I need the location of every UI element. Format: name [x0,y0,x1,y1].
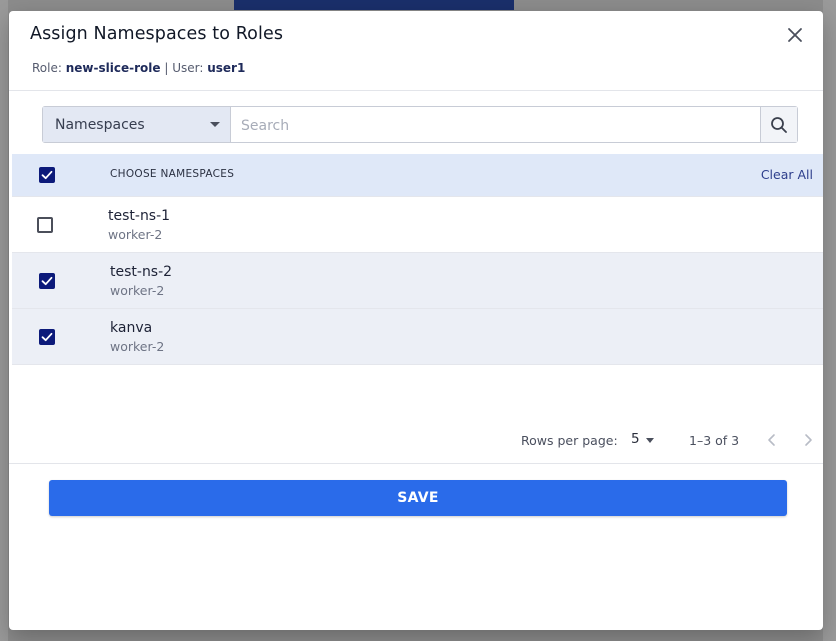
rows-per-page-select[interactable]: 5 [631,431,640,447]
filter-select-value: Namespaces [55,116,145,133]
close-icon [788,28,802,42]
filter-select[interactable]: Namespaces [43,107,231,142]
table-header: CHOOSE NAMESPACES Clear All [12,154,823,196]
rows-per-page-label: Rows per page: [521,433,618,448]
row-checkbox[interactable] [37,217,53,233]
checkmark-icon [41,332,53,342]
checkmark-icon [41,170,53,180]
background-header-bar [234,0,514,10]
table-row[interactable]: test-ns-2 worker-2 [12,252,823,308]
search-input[interactable] [239,107,763,144]
namespace-name: test-ns-2 [110,264,173,280]
user-label: User: [172,61,204,75]
search-bar: Namespaces [42,106,798,144]
search-button[interactable] [760,107,797,142]
namespace-name: kanva [110,320,153,336]
table-bottom-border [12,364,823,365]
role-user-info: Role: new-slice-role | User: user1 [32,61,245,75]
table-row[interactable]: kanva worker-2 [12,308,823,364]
select-all-checkbox[interactable] [39,167,55,183]
user-value: user1 [207,61,246,75]
assign-namespaces-dialog: Assign Namespaces to Roles Role: new-sli… [9,11,823,630]
column-header-namespaces: CHOOSE NAMESPACES [110,168,235,180]
namespace-worker: worker-2 [110,283,165,298]
namespace-worker: worker-2 [110,339,165,354]
caret-down-icon [210,122,220,127]
footer-divider [9,463,823,464]
pagination: Rows per page: 5 1–3 of 3 [9,431,823,451]
background-left-edge [0,0,8,641]
dialog-title: Assign Namespaces to Roles [30,24,284,44]
namespace-name: test-ns-1 [108,208,171,224]
header-divider [9,90,823,91]
role-label: Role: [32,61,62,75]
namespace-worker: worker-2 [108,227,163,242]
caret-down-icon [646,438,654,443]
pagination-range: 1–3 of 3 [689,433,740,448]
row-checkbox[interactable] [39,273,55,289]
checkmark-icon [41,276,53,286]
chevron-right-icon [805,434,812,446]
clear-all-button[interactable]: Clear All [761,167,813,182]
next-page-button[interactable] [799,431,817,449]
row-checkbox[interactable] [39,329,55,345]
table-row[interactable]: test-ns-1 worker-2 [12,196,823,252]
namespaces-table: CHOOSE NAMESPACES Clear All test-ns-1 wo… [12,154,823,365]
role-value: new-slice-role [65,61,161,75]
search-icon [771,116,787,133]
background-right-edge [823,0,836,641]
save-button[interactable]: SAVE [49,480,787,516]
info-separator: | [164,61,169,75]
chevron-left-icon [768,434,775,446]
close-button[interactable] [785,25,805,45]
previous-page-button[interactable] [763,431,781,449]
